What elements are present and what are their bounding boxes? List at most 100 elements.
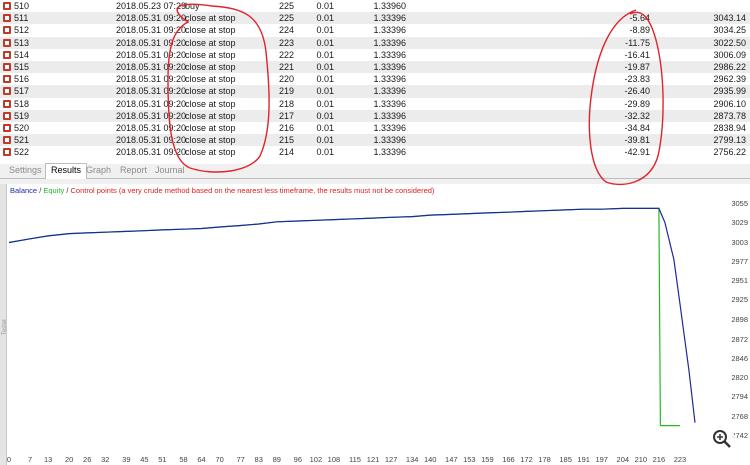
deal-time: 2018.05.31 09:20 [116,147,187,158]
deal-volume: 0.01 [316,98,334,109]
deal-time: 2018.05.31 09:20 [116,62,187,72]
x-tick-label: 115 [349,455,361,464]
deal-type: close at stop [185,135,236,146]
tab-graph[interactable]: Graph [81,164,116,177]
deal-order: 219 [278,86,294,97]
table-row[interactable]: 519 2018.05.31 09:20 close at stop 217 0.01 1… [0,109,750,122]
y-tick-label: 2846 [731,353,748,363]
deal-balance: 2838.94 [713,123,746,133]
y-tick-label: 2925 [731,295,748,305]
deal-balance: 2986.22 [713,62,746,72]
deal-order: 215 [278,135,294,146]
table-row[interactable]: 521 2018.05.31 09:20 close at stop 215 0.01 1… [0,134,750,147]
x-tick-label: 64 [197,455,206,464]
order-icon [3,14,11,23]
x-tick-label: 178 [538,455,551,464]
deal-order: 218 [278,98,294,109]
x-tick-label: 172 [520,455,533,464]
order-icon [3,136,11,145]
deal-price: 1.33396 [373,49,406,60]
deal-balance: 3022.50 [713,37,746,48]
deal-volume: 0.01 [316,25,334,36]
deal-balance: 3006.09 [713,49,746,60]
deal-price: 1.33396 [373,86,406,97]
table-row[interactable]: 514 2018.05.31 09:20 close at stop 222 0.01 1… [0,49,750,61]
deal-time: 2018.05.31 09:20 [116,86,187,97]
x-tick-label: 216 [652,455,666,464]
deal-order: 225 [278,1,294,11]
table-row[interactable]: 513 2018.05.31 09:20 close at stop 223 0.01 1… [0,36,750,49]
table-row[interactable]: 511 2018.05.31 09:20 close at stop 225 0.01 1… [0,12,750,25]
x-tick-label: 127 [384,455,398,464]
tab-report[interactable]: Report [115,164,152,177]
deal-type: close at stop [185,25,236,36]
deal-price: 1.33396 [373,123,406,133]
deal-number: 517 [14,86,30,97]
deal-volume: 0.01 [316,110,334,121]
deal-time: 2018.05.31 09:20 [116,49,187,60]
deal-balance: 2906.10 [713,98,746,109]
deal-time: 2018.05.31 09:20 [116,37,187,48]
deal-order: 217 [278,110,294,121]
table-row[interactable]: 512 2018.05.31 09:20 close at stop 224 0.01 1… [0,24,750,36]
deal-profit: -42.91 [624,147,650,158]
table-row[interactable]: 516 2018.05.31 09:20 close at stop 220 0.01 1… [0,73,750,85]
tester-sidebar[interactable]: Tester [0,184,8,465]
deal-price: 1.33396 [373,110,406,121]
graph-legend: Balance / Equity / Control points (a ver… [10,186,434,195]
table-row[interactable]: 510 2018.05.23 07:29 buy 225 0.01 1.33960 [0,0,750,12]
x-tick-label: 204 [616,455,630,464]
deal-price: 1.33396 [373,135,406,146]
deal-balance: 3043.14 [713,13,746,24]
y-tick-label: 2768 [731,411,748,421]
deal-volume: 0.01 [316,123,334,133]
x-tick-label: 223 [673,455,687,464]
deal-volume: 0.01 [316,13,334,24]
deal-type: close at stop [185,147,236,158]
x-tick-label: 197 [595,455,608,464]
x-tick-label: 7 [27,455,33,464]
deal-balance: 2799.13 [713,135,746,146]
table-row[interactable]: 518 2018.05.31 09:20 close at stop 218 0.01 1… [0,98,750,110]
deal-type: close at stop [185,13,236,24]
deal-price: 1.33396 [373,13,406,24]
tab-settings[interactable]: Settings [4,164,47,177]
zoom-glyph [713,430,731,448]
order-icon [3,124,11,132]
deal-volume: 0.01 [316,86,334,97]
deal-volume: 0.01 [316,37,334,48]
deal-number: 516 [14,74,30,85]
deal-time: 2018.05.31 09:20 [116,13,187,24]
deal-profit: -39.81 [624,135,650,146]
legend-control-points: Control points (a very crude method base… [70,186,435,195]
order-icon [3,75,11,84]
deal-price: 1.33396 [373,74,406,85]
tester-tabs: Settings Results Graph Report Journal [0,163,750,179]
table-row[interactable]: 515 2018.05.31 09:20 close at stop 221 0.01 1… [0,61,750,74]
x-tick-label: 0 [6,455,12,464]
order-icon [3,38,11,47]
deal-time: 2018.05.31 09:20 [116,123,187,133]
deal-type: close at stop [185,110,236,121]
deal-type: close at stop [185,49,236,60]
deal-type: close at stop [185,62,236,72]
deal-balance: 3034.25 [713,25,746,36]
deal-type: close at stop [185,123,236,133]
table-row[interactable]: 522 2018.05.31 09:20 close at stop 214 0.01 1… [0,146,750,158]
x-tick-label: 185 [559,455,572,464]
deal-balance: 2873.78 [713,110,746,121]
deal-number: 511 [14,13,29,24]
x-tick-label: 51 [158,455,167,464]
tab-journal[interactable]: Journal [150,164,190,177]
table-row[interactable]: 517 2018.05.31 09:20 close at stop 219 0.01 1… [0,85,750,98]
deal-type: close at stop [185,37,236,48]
deal-order: 221 [278,62,294,72]
table-row[interactable]: 520 2018.05.31 09:20 close at stop 216 0.01 1… [0,122,750,134]
deal-order: 214 [278,147,294,158]
deal-time: 2018.05.31 09:20 [116,74,187,85]
deal-profit: -19.87 [624,62,650,72]
x-tick-label: 159 [481,455,494,464]
zoom-in-icon[interactable] [709,426,735,452]
deal-time: 2018.05.31 09:20 [116,110,187,121]
x-tick-label: 89 [272,455,281,464]
